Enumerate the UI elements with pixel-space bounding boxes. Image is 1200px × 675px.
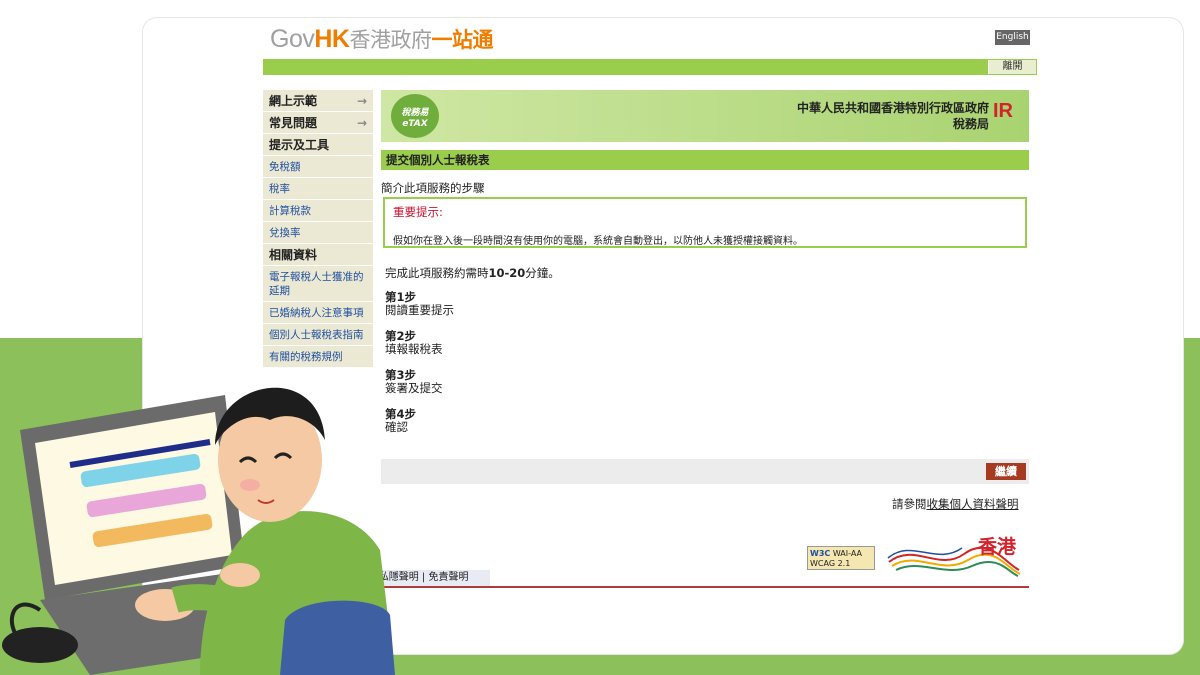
person-laptop-illustration [2, 387, 395, 675]
sidebar-item-married-notes[interactable]: 已婚納稅人注意事項 [263, 302, 373, 324]
duration-text: 完成此項服務約需時10-20分鐘。 [385, 266, 560, 280]
sidebar-item-faq[interactable]: 常見問題 → [263, 112, 373, 134]
action-bar [381, 459, 1029, 484]
govhk-logo[interactable]: GovHK香港政府一站通 [270, 24, 493, 54]
chair [280, 600, 395, 675]
sidebar-item-online-demo[interactable]: 網上示範 → [263, 90, 373, 112]
mouse-icon [2, 627, 78, 663]
arrow-right-icon: → [356, 94, 367, 108]
sidebar-item-tax-rates[interactable]: 稅率 [263, 178, 373, 200]
wcag-badge[interactable]: W3C WAI-AA WCAG 2.1 [807, 546, 875, 570]
english-button[interactable]: English [995, 30, 1030, 45]
page-title: 提交個別人士報稅表 [381, 150, 1029, 170]
sidebar-item-return-guide[interactable]: 個別人士報稅表指南 [263, 324, 373, 346]
arrow-right-icon: → [356, 116, 367, 130]
brand-hk-text: 香港 [977, 536, 1016, 558]
privacy-statement: 請參閱收集個人資料聲明 [892, 497, 1019, 511]
sidebar-item-allowances[interactable]: 免稅額 [263, 156, 373, 178]
footer-divider [381, 586, 1029, 588]
intro-text: 簡介此項服務的步驟 [381, 181, 485, 195]
sidebar-heading-tools: 提示及工具 [263, 134, 373, 156]
notice-text: 假如你在登入後一段時間沒有使用你的電腦，系統會自動登出，以防他人未獲授權接觸資料… [393, 236, 803, 247]
sidebar-item-exchange-rate[interactable]: 兌換率 [263, 222, 373, 244]
sidebar: 網上示範 → 常見問題 → 提示及工具 免稅額 稅率 計算稅款 兌換率 相關資料 電… [263, 90, 373, 368]
logout-button[interactable]: 離開 [988, 60, 1036, 74]
top-bar [263, 59, 1037, 75]
notice-title: 重要提示: [393, 205, 443, 219]
sidebar-item-calculate-tax[interactable]: 計算稅款 [263, 200, 373, 222]
ird-logo: IR [993, 100, 1013, 122]
etax-banner: 稅務易 eTAX 中華人民共和國香港特別行政區政府 稅務局 IR [381, 90, 1029, 142]
continue-button[interactable]: 繼續 [986, 463, 1026, 480]
sidebar-item-extension[interactable]: 電子報稅人士獲准的延期 [263, 266, 373, 302]
privacy-link[interactable]: 收集個人資料聲明 [927, 497, 1019, 511]
important-notice: 重要提示: 假如你在登入後一段時間沒有使用你的電腦，系統會自動登出，以防他人未獲… [383, 197, 1027, 248]
department-name: 中華人民共和國香港特別行政區政府 稅務局 [796, 101, 989, 131]
sidebar-heading-related: 相關資料 [263, 244, 373, 266]
person-hand [220, 563, 260, 587]
step-1: 第1步 閱讀重要提示 [385, 290, 454, 317]
brand-hk-logo: 香港 [884, 532, 1024, 578]
etax-logo: 稅務易 eTAX [391, 94, 439, 138]
